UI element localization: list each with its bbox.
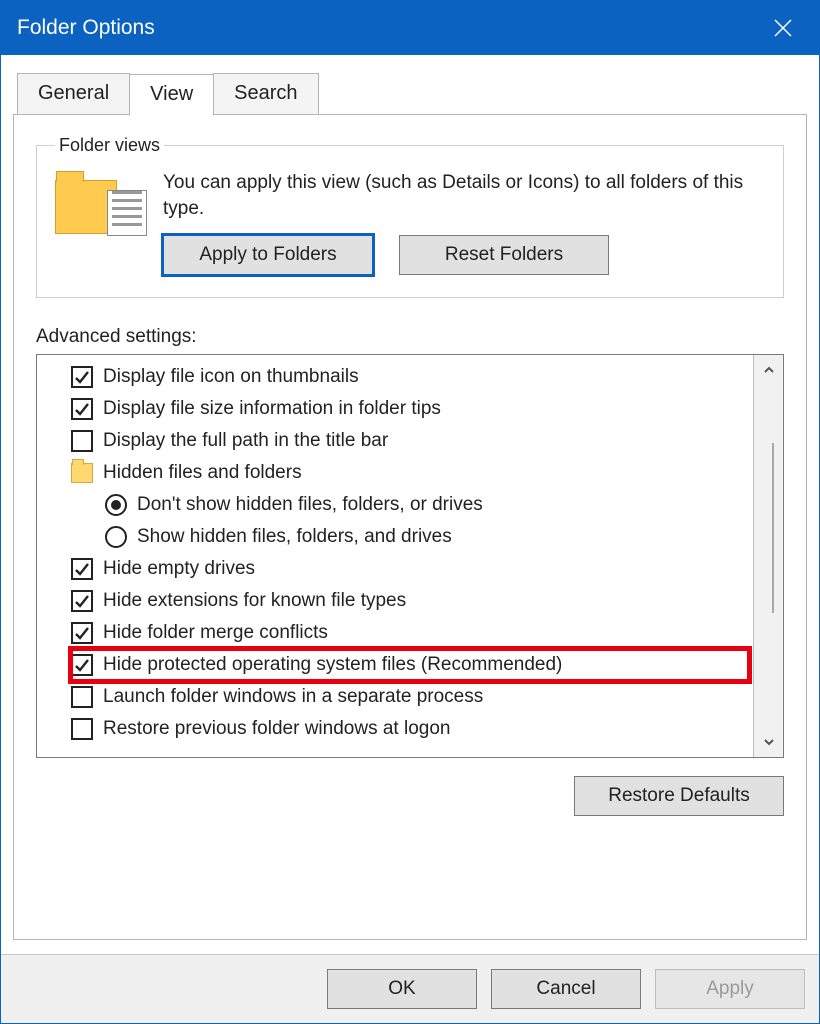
setting-row[interactable]: Launch folder windows in a separate proc… bbox=[71, 681, 749, 713]
close-icon bbox=[773, 18, 793, 38]
tab-view[interactable]: View bbox=[129, 74, 214, 116]
chevron-up-icon bbox=[763, 364, 775, 376]
tab-bar: General View Search bbox=[17, 73, 807, 115]
advanced-settings-box: Display file icon on thumbnails Display f… bbox=[36, 354, 784, 758]
close-button[interactable] bbox=[763, 8, 803, 48]
setting-row[interactable]: Hide folder merge conflicts bbox=[71, 617, 749, 649]
setting-row[interactable]: Hide extensions for known file types bbox=[71, 585, 749, 617]
setting-row[interactable]: Display file icon on thumbnails bbox=[71, 361, 749, 393]
tab-search[interactable]: Search bbox=[213, 73, 318, 115]
reset-folders-button[interactable]: Reset Folders bbox=[399, 235, 609, 275]
setting-label: Hide folder merge conflicts bbox=[103, 622, 328, 644]
setting-row[interactable]: Show hidden files, folders, and drives bbox=[71, 521, 749, 553]
setting-row[interactable]: Restore previous folder windows at logon bbox=[71, 713, 749, 745]
tab-page-view: Folder views You can apply this view (su… bbox=[13, 114, 807, 940]
window-title: Folder Options bbox=[17, 16, 155, 40]
apply-button[interactable]: Apply bbox=[655, 969, 805, 1009]
setting-label: Display the full path in the title bar bbox=[103, 430, 388, 452]
advanced-settings-label: Advanced settings: bbox=[36, 326, 784, 348]
scrollbar[interactable] bbox=[753, 355, 783, 757]
folder-views-description: You can apply this view (such as Details… bbox=[163, 170, 765, 221]
ok-button[interactable]: OK bbox=[327, 969, 477, 1009]
title-bar: Folder Options bbox=[1, 1, 819, 55]
radio[interactable] bbox=[105, 526, 127, 548]
setting-row[interactable]: Display file size information in folder … bbox=[71, 393, 749, 425]
cancel-button[interactable]: Cancel bbox=[491, 969, 641, 1009]
checkbox[interactable] bbox=[71, 654, 93, 676]
setting-label: Launch folder windows in a separate proc… bbox=[103, 686, 483, 708]
checkbox[interactable] bbox=[71, 366, 93, 388]
folder-views-legend: Folder views bbox=[55, 135, 164, 156]
scroll-up-arrow[interactable] bbox=[754, 355, 783, 385]
advanced-settings-list[interactable]: Display file icon on thumbnails Display f… bbox=[37, 355, 753, 757]
checkbox[interactable] bbox=[71, 686, 93, 708]
setting-row: Hidden files and folders bbox=[71, 457, 749, 489]
setting-label: Hide empty drives bbox=[103, 558, 255, 580]
checkbox[interactable] bbox=[71, 430, 93, 452]
checkbox[interactable] bbox=[71, 622, 93, 644]
apply-to-folders-button[interactable]: Apply to Folders bbox=[163, 235, 373, 275]
chevron-down-icon bbox=[763, 736, 775, 748]
setting-label: Don't show hidden files, folders, or dri… bbox=[137, 494, 483, 516]
setting-label: Hide extensions for known file types bbox=[103, 590, 406, 612]
checkbox[interactable] bbox=[71, 590, 93, 612]
setting-label: Restore previous folder windows at logon bbox=[103, 718, 450, 740]
setting-row[interactable]: Don't show hidden files, folders, or dri… bbox=[71, 489, 749, 521]
dialog-footer: OK Cancel Apply bbox=[1, 954, 819, 1023]
setting-row[interactable]: Display the full path in the title bar bbox=[71, 425, 749, 457]
checkbox[interactable] bbox=[71, 558, 93, 580]
setting-label: Hide protected operating system files (R… bbox=[103, 654, 562, 676]
setting-label: Show hidden files, folders, and drives bbox=[137, 526, 452, 548]
folder-options-window: Folder Options General View Search Folde… bbox=[0, 0, 820, 1024]
folder-views-group: Folder views You can apply this view (su… bbox=[36, 135, 784, 298]
scroll-thumb[interactable] bbox=[772, 443, 774, 613]
tab-general[interactable]: General bbox=[17, 73, 130, 115]
setting-label: Display file icon on thumbnails bbox=[103, 366, 359, 388]
radio[interactable] bbox=[105, 494, 127, 516]
setting-row[interactable]: Hide empty drives bbox=[71, 553, 749, 585]
checkbox[interactable] bbox=[71, 398, 93, 420]
restore-defaults-button[interactable]: Restore Defaults bbox=[574, 776, 784, 816]
setting-label: Hidden files and folders bbox=[103, 462, 302, 484]
folder-icon bbox=[71, 463, 93, 483]
setting-row[interactable]: Hide protected operating system files (R… bbox=[71, 649, 749, 681]
scroll-down-arrow[interactable] bbox=[754, 727, 783, 757]
checkbox[interactable] bbox=[71, 718, 93, 740]
setting-label: Display file size information in folder … bbox=[103, 398, 441, 420]
client-area: General View Search Folder views You can… bbox=[1, 55, 819, 954]
folder-views-icon bbox=[55, 174, 141, 260]
